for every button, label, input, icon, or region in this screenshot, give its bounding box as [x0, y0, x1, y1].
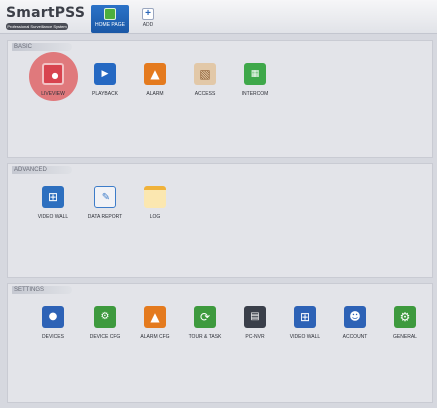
video-wall-config-icon: ⊞	[294, 306, 316, 328]
item-label: INTERCOM	[241, 91, 269, 97]
camera-icon: ●	[42, 63, 64, 85]
intercom-button[interactable]: ▦ INTERCOM	[228, 63, 282, 97]
log-button[interactable]: LOG	[128, 186, 182, 220]
logo-text: SmartPSS	[6, 5, 86, 21]
tab-label: HOME PAGE	[95, 22, 125, 28]
devices-icon: ●	[42, 306, 64, 328]
logo-tagline: Professional Surveillance System	[6, 23, 68, 30]
section-title: SETTINGS	[14, 287, 45, 293]
alarm-button[interactable]: ▲ ALARM	[128, 63, 182, 97]
alarm-config-icon: ▲	[144, 306, 166, 328]
settings-section: SETTINGS ● DEVICES ⚙ DEVICE CFG ▲ ALARM …	[7, 283, 433, 403]
alarm-cfg-button[interactable]: ▲ ALARM CFG	[128, 306, 182, 340]
device-cfg-button[interactable]: ⚙ DEVICE CFG	[78, 306, 132, 340]
door-icon: ▧	[194, 63, 216, 85]
item-label: TOUR & TASK	[188, 334, 222, 340]
general-button[interactable]: ⚙ GENERAL	[378, 306, 432, 340]
tour-task-button[interactable]: ⟳ TOUR & TASK	[178, 306, 232, 340]
home-icon	[104, 8, 116, 20]
item-label: ALARM CFG	[140, 334, 170, 340]
access-button[interactable]: ▧ ACCESS	[178, 63, 232, 97]
advanced-section: ADVANCED ⊞ VIDEO WALL ✎ DATA REPORT LOG	[7, 163, 433, 278]
device-config-icon: ⚙	[94, 306, 116, 328]
item-label: ALARM	[146, 91, 164, 97]
tab-add[interactable]: + ADD	[129, 5, 167, 33]
video-wall-cfg-button[interactable]: ⊞ VIDEO WALL	[278, 306, 332, 340]
item-label: VIDEO WALL	[37, 214, 69, 220]
item-label: LOG	[149, 214, 161, 220]
plus-icon: +	[142, 8, 154, 20]
log-icon	[144, 186, 166, 208]
item-label: LIVEVIEW	[41, 91, 65, 97]
alarm-icon: ▲	[144, 63, 166, 85]
playback-button[interactable]: ▶ PLAYBACK	[78, 63, 132, 97]
item-label: ACCOUNT	[342, 334, 368, 340]
video-wall-icon: ⊞	[42, 186, 64, 208]
account-icon: ☻	[344, 306, 366, 328]
tour-task-icon: ⟳	[194, 306, 216, 328]
logo: SmartPSS Professional Surveillance Syste…	[5, 5, 85, 31]
item-label: DEVICES	[42, 334, 64, 340]
tab-home-page[interactable]: HOME PAGE	[91, 5, 129, 33]
pc-nvr-button[interactable]: ▤ PC-NVR	[228, 306, 282, 340]
notebook-icon: ✎	[94, 186, 116, 208]
gear-icon: ⚙	[394, 306, 416, 328]
clapperboard-icon: ▶	[94, 63, 116, 85]
tab-label: ADD	[142, 22, 154, 28]
intercom-icon: ▦	[244, 63, 266, 85]
devices-button[interactable]: ● DEVICES	[26, 306, 80, 340]
item-label: VIDEO WALL	[289, 334, 321, 340]
smartpss-window: SmartPSS Professional Surveillance Syste…	[0, 0, 437, 408]
video-wall-button[interactable]: ⊞ VIDEO WALL	[26, 186, 80, 220]
item-label: PLAYBACK	[91, 91, 119, 97]
liveview-button[interactable]: ● LIVEVIEW	[26, 63, 80, 97]
data-report-button[interactable]: ✎ DATA REPORT	[78, 186, 132, 220]
section-title: ADVANCED	[14, 167, 47, 173]
item-label: DATA REPORT	[87, 214, 123, 220]
item-label: DEVICE CFG	[89, 334, 121, 340]
item-label: PC-NVR	[245, 334, 265, 340]
section-title: BASIC	[14, 44, 33, 50]
top-bar: SmartPSS Professional Surveillance Syste…	[0, 0, 437, 34]
pc-nvr-icon: ▤	[244, 306, 266, 328]
basic-section: BASIC ● LIVEVIEW ▶ PLAYBACK ▲ ALARM ▧ AC…	[7, 40, 433, 158]
item-label: ACCESS	[194, 91, 216, 97]
account-button[interactable]: ☻ ACCOUNT	[328, 306, 382, 340]
item-label: GENERAL	[393, 334, 417, 340]
